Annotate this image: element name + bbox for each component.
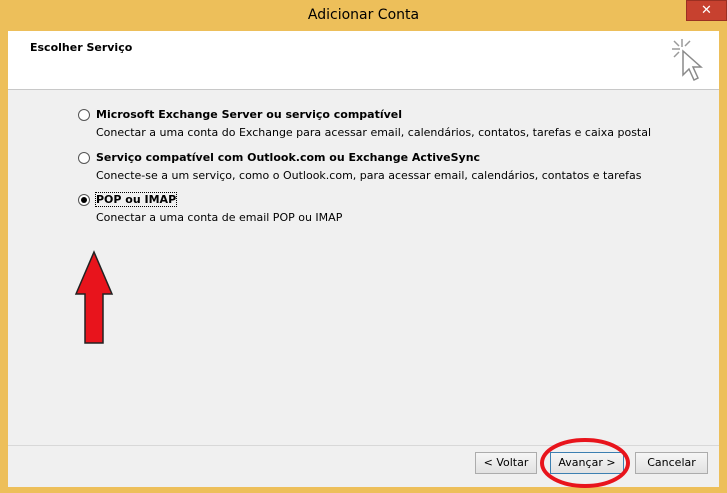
back-button[interactable]: < Voltar [475,452,537,474]
dialog-body: Escolher Serviço Microsoft Exchange Serv… [8,31,719,487]
exchange-radio[interactable] [78,109,90,121]
pop-imap-label: POP ou IMAP [94,192,178,207]
pop-imap-description: Conectar a uma conta de email POP ou IMA… [96,211,343,224]
red-circle-annotation [540,438,630,488]
exchange-description: Conectar a uma conta do Exchange para ac… [96,126,652,139]
cancel-button[interactable]: Cancelar [635,452,708,474]
wizard-header: Escolher Serviço [8,31,719,90]
close-button[interactable]: ✕ [686,0,727,21]
outlook-activesync-description: Conecte-se a um serviço, como o Outlook.… [96,169,642,182]
pop-imap-radio[interactable] [78,194,90,206]
wizard-cursor-icon [672,39,703,82]
outlook-activesync-radio[interactable] [78,152,90,164]
page-title: Escolher Serviço [30,41,133,54]
red-arrow-annotation [74,250,114,344]
close-icon: ✕ [701,3,712,18]
outlook-activesync-label: Serviço compatível com Outlook.com ou Ex… [96,151,481,164]
window-title: Adicionar Conta [307,7,420,23]
exchange-label: Microsoft Exchange Server ou serviço com… [96,108,403,121]
add-account-window: Adicionar Conta ✕ Escolher Serviço Micro… [0,0,727,493]
